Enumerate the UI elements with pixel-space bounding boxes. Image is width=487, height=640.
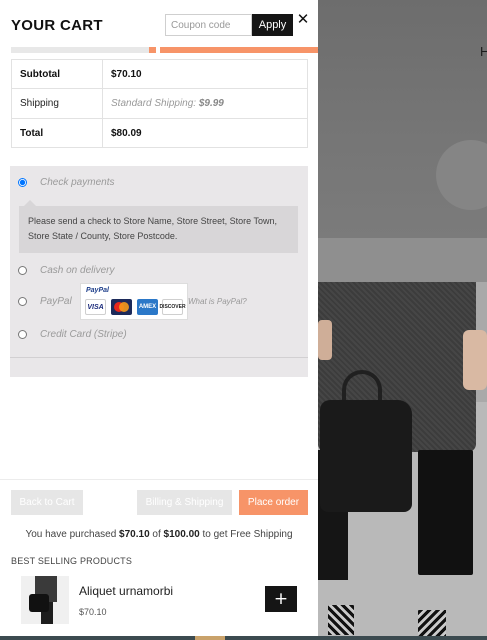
shipping-value: Standard Shipping: $9.99	[102, 88, 308, 119]
cart-totals-table: Subtotal $70.10 Shipping Standard Shippi…	[11, 59, 308, 148]
apply-coupon-button[interactable]: Apply	[252, 14, 293, 36]
payment-option-cod[interactable]: Cash on delivery	[18, 265, 114, 276]
background-page: r H	[318, 0, 487, 640]
totals-row-total: Total $80.09	[11, 118, 308, 148]
payment-check-description: Please send a check to Store Name, Store…	[19, 206, 298, 253]
payment-radio-check[interactable]	[18, 178, 27, 187]
background-nav-text: H	[480, 44, 487, 59]
background-band	[318, 238, 487, 282]
free-shipping-progress-fill	[149, 47, 318, 53]
totals-row-shipping: Shipping Standard Shipping: $9.99	[11, 88, 308, 119]
totals-row-subtotal: Subtotal $70.10	[11, 59, 308, 89]
payment-option-stripe[interactable]: Credit Card (Stripe)	[18, 329, 127, 340]
photo-handbag	[320, 400, 412, 512]
payment-radio-stripe[interactable]	[18, 330, 27, 339]
add-to-cart-button[interactable]: +	[265, 586, 297, 612]
total-value: $80.09	[102, 118, 308, 148]
paypal-logo-text: PayPal	[86, 287, 109, 294]
background-hero	[318, 0, 487, 238]
billing-shipping-button[interactable]: Billing & Shipping	[137, 490, 232, 515]
product-thumbnail[interactable]	[21, 576, 69, 624]
best-selling-title: BEST SELLING PRODUCTS	[11, 556, 133, 566]
shipping-amount: $9.99	[198, 98, 224, 109]
free-shipping-message: You have purchased $70.10 of $100.00 to …	[25, 529, 293, 540]
what-is-paypal-link[interactable]: What is PayPal?	[188, 297, 247, 306]
payment-label-paypal: PayPal	[40, 296, 72, 307]
payment-label-cod: Cash on delivery	[40, 265, 115, 276]
discover-icon: DISCOVER	[159, 299, 186, 315]
purchased-amount: $70.10	[119, 529, 150, 540]
visa-icon: VISA	[85, 299, 106, 315]
payment-methods: Check payments Please send a check to St…	[10, 166, 308, 377]
cart-panel: YOUR CART Apply ✕ Subtotal $70.10 Shippi…	[0, 0, 318, 640]
payment-option-check[interactable]: Check payments	[18, 177, 114, 188]
product-price: $70.10	[79, 607, 107, 617]
payment-label-check: Check payments	[40, 177, 115, 188]
cart-title: YOUR CART	[11, 17, 103, 34]
back-to-cart-button[interactable]: Back to Cart	[11, 490, 83, 515]
close-icon[interactable]: ✕	[296, 12, 310, 28]
mastercard-icon	[111, 299, 132, 315]
payment-radio-cod[interactable]	[18, 266, 27, 275]
cart-header: YOUR CART Apply ✕	[0, 0, 318, 48]
payment-option-paypal[interactable]: PayPal	[18, 296, 72, 307]
payment-label-stripe: Credit Card (Stripe)	[40, 329, 127, 340]
paypal-acceptance-logo: PayPal VISA AMEX DISCOVER	[80, 283, 188, 320]
subtotal-value: $70.10	[102, 59, 308, 89]
free-shipping-threshold: $100.00	[163, 529, 200, 540]
shipping-label: Shipping	[11, 88, 103, 119]
total-label: Total	[11, 118, 103, 148]
subtotal-label: Subtotal	[11, 59, 103, 89]
payment-radio-paypal[interactable]	[18, 297, 27, 306]
product-name[interactable]: Aliquet urnamorbi	[79, 584, 173, 598]
place-order-button[interactable]: Place order	[239, 490, 308, 515]
bottom-strip	[0, 636, 487, 640]
coupon-input[interactable]	[165, 14, 252, 36]
amex-icon: AMEX	[137, 299, 158, 315]
